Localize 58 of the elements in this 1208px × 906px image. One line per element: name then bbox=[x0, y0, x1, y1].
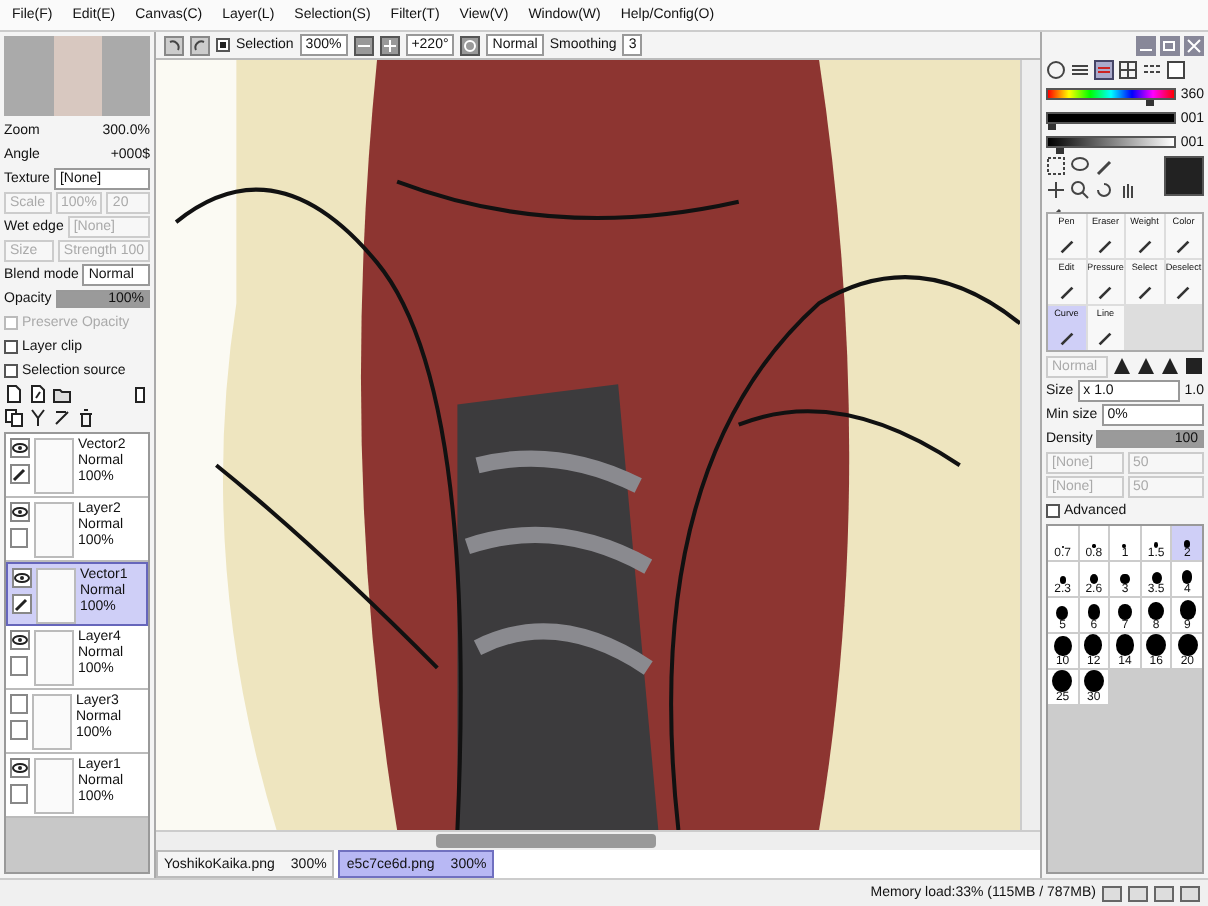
layer-thumbnail bbox=[34, 758, 74, 814]
hsv-sliders-icon[interactable] bbox=[1094, 60, 1114, 80]
brush-tool-icon bbox=[1135, 284, 1154, 302]
eye-icon[interactable] bbox=[10, 758, 30, 778]
color-wheel-icon[interactable] bbox=[1046, 60, 1066, 80]
redo-icon[interactable] bbox=[190, 35, 210, 55]
pen-icon[interactable] bbox=[12, 594, 32, 614]
color-slider[interactable] bbox=[1046, 136, 1177, 148]
brush-tool-icon bbox=[1057, 330, 1076, 348]
zoom-in-icon[interactable] bbox=[379, 35, 400, 55]
palette-icon[interactable] bbox=[1118, 60, 1138, 80]
lock-toggle[interactable] bbox=[10, 528, 28, 548]
brush-tool-icon bbox=[1174, 238, 1193, 256]
new-vector-layer-icon[interactable] bbox=[28, 384, 48, 404]
rgb-sliders-icon[interactable] bbox=[1070, 60, 1090, 80]
brush-tool-icon bbox=[1057, 238, 1076, 256]
rotate-icon[interactable] bbox=[460, 35, 481, 55]
brush-tool-icon bbox=[1057, 284, 1076, 302]
zoom-out-icon[interactable] bbox=[353, 35, 374, 55]
pen-icon[interactable] bbox=[10, 464, 30, 484]
vertical-scrollbar[interactable] bbox=[1020, 60, 1040, 830]
scratchpad-icon[interactable] bbox=[1166, 60, 1186, 80]
layer-thumbnail bbox=[36, 568, 76, 624]
eye-icon[interactable] bbox=[10, 502, 30, 522]
checkbox[interactable] bbox=[216, 38, 230, 52]
eye-icon[interactable] bbox=[10, 630, 30, 650]
lock-toggle[interactable] bbox=[10, 656, 28, 676]
checkbox[interactable] bbox=[4, 339, 18, 353]
checkbox[interactable] bbox=[4, 363, 18, 377]
brush-tool-icon bbox=[1135, 238, 1154, 256]
horizontal-scrollbar[interactable] bbox=[156, 830, 1040, 850]
folder-icon[interactable] bbox=[52, 384, 72, 404]
visibility-toggle[interactable] bbox=[10, 694, 28, 714]
rotate-icon[interactable] bbox=[1094, 180, 1114, 200]
zoom-icon[interactable] bbox=[1070, 180, 1090, 200]
copy-layer-icon[interactable] bbox=[4, 408, 24, 428]
new-layer-icon[interactable] bbox=[4, 384, 24, 404]
brush-tool-icon bbox=[1096, 238, 1115, 256]
layer-thumbnail bbox=[34, 630, 74, 686]
brush-tool-icon bbox=[1174, 284, 1193, 302]
color-slider[interactable] bbox=[1046, 112, 1177, 124]
brush-tool-icon bbox=[1096, 330, 1115, 348]
eye-icon[interactable] bbox=[12, 568, 32, 588]
lock-toggle[interactable] bbox=[10, 720, 28, 740]
move-icon[interactable] bbox=[1046, 180, 1066, 200]
undo-icon[interactable] bbox=[164, 35, 184, 55]
lasso-icon[interactable] bbox=[1070, 156, 1090, 176]
selection-rect-icon[interactable] bbox=[1046, 156, 1066, 176]
brush-tool-icon bbox=[1096, 284, 1115, 302]
color-swatch[interactable] bbox=[1164, 156, 1204, 196]
layer-thumbnail bbox=[34, 438, 74, 494]
checkbox[interactable] bbox=[1046, 503, 1060, 517]
lock-toggle[interactable] bbox=[10, 784, 28, 804]
photo-placeholder bbox=[53, 36, 101, 116]
layer-thumbnail bbox=[32, 694, 72, 750]
color-slider[interactable] bbox=[1046, 88, 1177, 100]
eye-icon[interactable] bbox=[10, 438, 30, 458]
layer-thumbnail bbox=[34, 502, 74, 558]
